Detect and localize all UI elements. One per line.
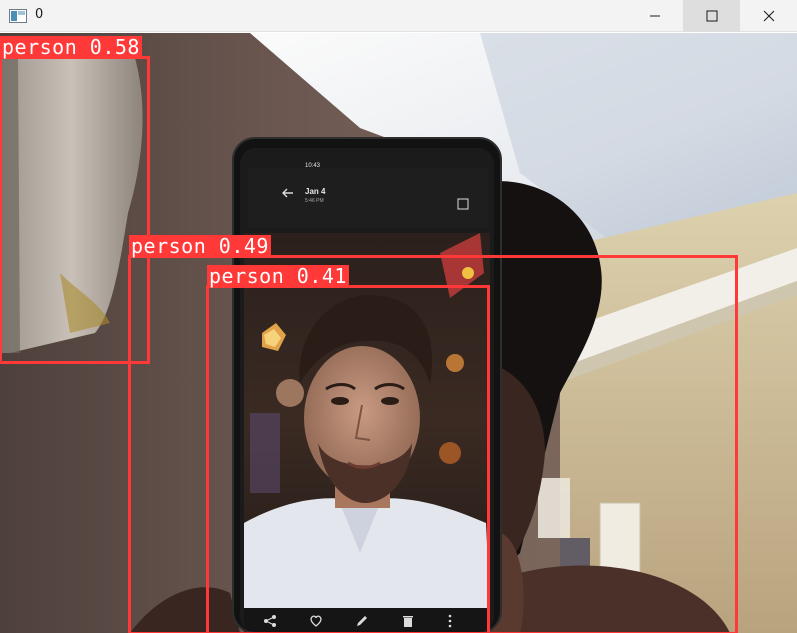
phone-date: Jan 4	[305, 187, 326, 196]
close-button[interactable]	[740, 0, 797, 32]
window-title: 0	[35, 7, 44, 22]
detection-label-person-2: person 0.49	[129, 234, 271, 258]
minimize-icon	[649, 15, 660, 17]
detection-label-person-1: person 0.58	[0, 35, 142, 59]
phone-clock: 5:46 PM	[305, 198, 324, 204]
window-titlebar: 0	[0, 0, 797, 32]
maximize-button[interactable]	[683, 0, 740, 32]
maximize-icon	[706, 10, 717, 22]
back-arrow-icon	[282, 188, 293, 198]
expand-icon	[457, 198, 469, 210]
opencv-window-icon	[9, 9, 27, 23]
minimize-button[interactable]	[626, 0, 683, 32]
detection-box-person-3	[206, 285, 490, 633]
phone-status-time: 10:43	[305, 163, 321, 169]
camera-frame: 10:43 Jan 4 5:46 PM person 0.58 person 0…	[0, 33, 797, 633]
close-icon	[763, 10, 774, 22]
detection-label-person-3: person 0.41	[207, 264, 349, 288]
